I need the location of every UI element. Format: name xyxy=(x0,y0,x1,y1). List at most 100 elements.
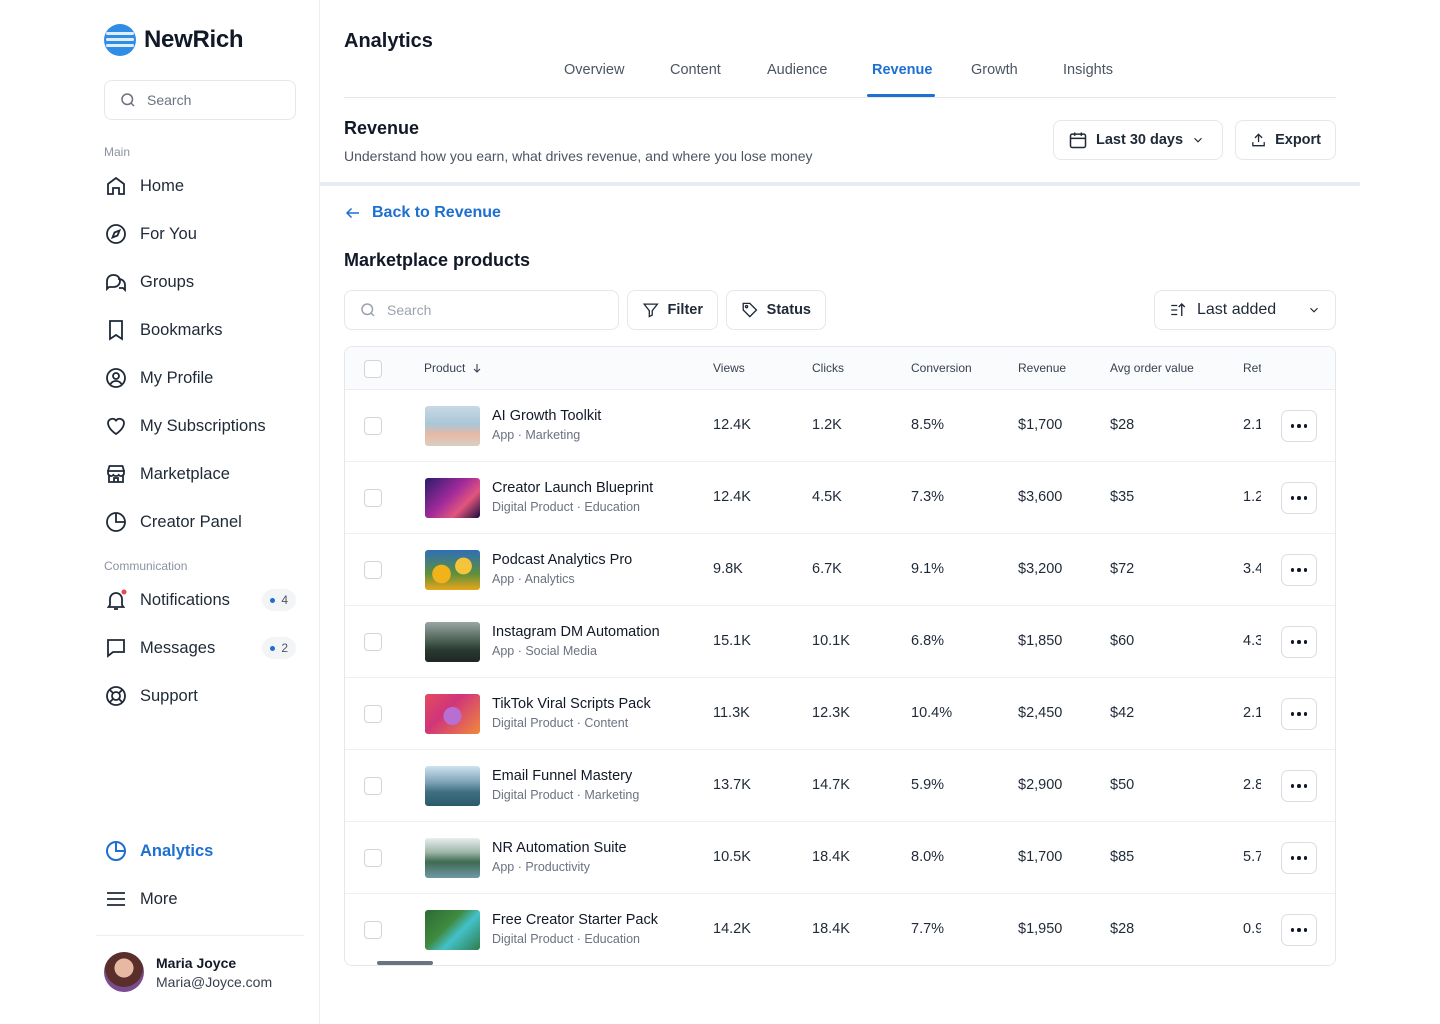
brand-logo[interactable]: NewRich xyxy=(104,24,244,56)
sidebar-item-label: Creator Panel xyxy=(140,512,242,531)
sidebar-item-messages[interactable]: Messages 2 xyxy=(104,632,304,664)
row-checkbox[interactable] xyxy=(364,921,382,939)
row-more-button[interactable] xyxy=(1281,410,1317,442)
back-to-revenue-link[interactable]: Back to Revenue xyxy=(344,204,501,222)
row-checkbox[interactable] xyxy=(364,849,382,867)
tab-overview[interactable]: Overview xyxy=(564,62,624,78)
more-dot-icon xyxy=(1290,424,1295,428)
row-checkbox[interactable] xyxy=(364,633,382,651)
analytics-pie-icon xyxy=(106,841,126,861)
views-cell: 12.4K xyxy=(713,417,751,433)
more-dot-icon xyxy=(1290,784,1295,788)
section-divider xyxy=(320,182,1360,186)
sort-dropdown[interactable]: Last added xyxy=(1154,290,1336,330)
row-more-button[interactable] xyxy=(1281,698,1317,730)
sidebar-search-input[interactable]: Search xyxy=(104,80,296,120)
column-header-conversion[interactable]: Conversion xyxy=(911,361,972,375)
column-header-views[interactable]: Views xyxy=(713,361,745,375)
table-row[interactable]: TikTok Viral Scripts Pack Digital Produc… xyxy=(345,678,1335,750)
sidebar-item-bookmarks[interactable]: Bookmarks xyxy=(104,314,304,346)
row-checkbox[interactable] xyxy=(364,489,382,507)
upload-icon xyxy=(1252,133,1265,147)
tab-insights[interactable]: Insights xyxy=(1063,62,1113,78)
table-row[interactable]: Instagram DM Automation App · Social Med… xyxy=(345,606,1335,678)
row-checkbox[interactable] xyxy=(364,417,382,435)
product-name[interactable]: AI Growth Toolkit xyxy=(492,408,601,424)
status-button[interactable]: Status xyxy=(726,290,826,330)
export-button[interactable]: Export xyxy=(1235,120,1336,160)
clicks-cell: 12.3K xyxy=(812,705,850,721)
tab-revenue[interactable]: Revenue xyxy=(872,62,932,78)
table-row[interactable]: Email Funnel Mastery Digital Product · M… xyxy=(345,750,1335,822)
aov-cell: $28 xyxy=(1110,417,1135,433)
table-row[interactable]: Free Creator Starter Pack Digital Produc… xyxy=(345,894,1335,965)
filter-button[interactable]: Filter xyxy=(627,290,718,330)
back-label: Back to Revenue xyxy=(372,204,501,221)
row-checkbox[interactable] xyxy=(364,777,382,795)
row-more-button[interactable] xyxy=(1281,770,1317,802)
sidebar-item-notifications[interactable]: Notifications 4 xyxy=(104,584,304,616)
product-name[interactable]: Instagram DM Automation xyxy=(492,624,660,640)
chevron-down-icon xyxy=(1310,307,1318,313)
column-header-clicks[interactable]: Clicks xyxy=(812,361,844,375)
column-header-product[interactable]: Product xyxy=(424,361,483,375)
row-more-button[interactable] xyxy=(1281,482,1317,514)
product-meta: Digital Product · Education xyxy=(492,500,640,514)
revenue-subtitle: Understand how you earn, what drives rev… xyxy=(344,148,813,164)
select-all-checkbox[interactable] xyxy=(364,360,382,378)
row-more-button[interactable] xyxy=(1281,914,1317,946)
sidebar-item-analytics[interactable]: Analytics xyxy=(104,835,304,867)
column-header-ret[interactable]: Ret xyxy=(1243,361,1261,375)
product-name[interactable]: Creator Launch Blueprint xyxy=(492,480,653,496)
row-more-button[interactable] xyxy=(1281,554,1317,586)
table-row[interactable]: NR Automation Suite App · Productivity 1… xyxy=(345,822,1335,894)
views-cell: 15.1K xyxy=(713,633,751,649)
product-name[interactable]: TikTok Viral Scripts Pack xyxy=(492,696,651,712)
row-more-button[interactable] xyxy=(1281,626,1317,658)
user-profile-card[interactable]: Maria Joyce Maria@Joyce.com xyxy=(104,952,272,992)
product-thumbnail xyxy=(425,550,480,590)
notifications-count-badge: 4 xyxy=(262,589,296,611)
more-dot-icon xyxy=(1297,784,1301,788)
sidebar-item-more[interactable]: More xyxy=(104,883,304,915)
table-row[interactable]: AI Growth Toolkit App · Marketing 12.4K … xyxy=(345,390,1335,462)
sidebar-item-my-profile[interactable]: My Profile xyxy=(104,362,304,394)
row-checkbox[interactable] xyxy=(364,705,382,723)
tab-growth[interactable]: Growth xyxy=(971,62,1018,78)
sidebar-item-home[interactable]: Home xyxy=(104,170,304,202)
sidebar-item-for-you[interactable]: For You xyxy=(104,218,304,250)
tag-icon xyxy=(742,302,758,318)
sidebar-item-creator-panel[interactable]: Creator Panel xyxy=(104,506,304,538)
product-name[interactable]: NR Automation Suite xyxy=(492,840,627,856)
tab-audience[interactable]: Audience xyxy=(767,62,827,78)
column-header-revenue[interactable]: Revenue xyxy=(1018,361,1066,375)
more-dot-icon xyxy=(1290,496,1295,500)
table-row[interactable]: Creator Launch Blueprint Digital Product… xyxy=(345,462,1335,534)
user-circle-icon xyxy=(106,368,126,388)
aov-cell: $60 xyxy=(1110,633,1135,649)
user-name: Maria Joyce xyxy=(156,954,237,971)
user-email: Maria@Joyce.com xyxy=(156,973,273,990)
row-checkbox[interactable] xyxy=(364,561,382,579)
views-cell: 9.8K xyxy=(713,561,743,577)
views-cell: 12.4K xyxy=(713,489,751,505)
product-search-input[interactable]: Search xyxy=(344,290,619,330)
sidebar-item-my-subscriptions[interactable]: My Subscriptions xyxy=(104,410,304,442)
product-name[interactable]: Email Funnel Mastery xyxy=(492,768,632,784)
sidebar-item-marketplace[interactable]: Marketplace xyxy=(104,458,304,490)
table-row[interactable]: Podcast Analytics Pro App · Analytics 9.… xyxy=(345,534,1335,606)
column-header-avg-order-value[interactable]: Avg order value xyxy=(1110,361,1194,375)
more-dot-icon xyxy=(1290,568,1295,572)
views-cell: 13.7K xyxy=(713,777,751,793)
tab-content[interactable]: Content xyxy=(670,62,721,78)
revenue-cell: $3,600 xyxy=(1018,489,1063,505)
sidebar-item-support[interactable]: Support xyxy=(104,680,304,712)
date-range-dropdown[interactable]: Last 30 days xyxy=(1053,120,1223,160)
horizontal-scrollbar[interactable] xyxy=(377,961,433,965)
sidebar-item-groups[interactable]: Groups xyxy=(104,266,304,298)
product-name[interactable]: Free Creator Starter Pack xyxy=(492,912,658,928)
active-tab-indicator xyxy=(867,94,935,97)
ret-cell: 2.1 xyxy=(1243,705,1261,721)
row-more-button[interactable] xyxy=(1281,842,1317,874)
product-name[interactable]: Podcast Analytics Pro xyxy=(492,552,632,568)
